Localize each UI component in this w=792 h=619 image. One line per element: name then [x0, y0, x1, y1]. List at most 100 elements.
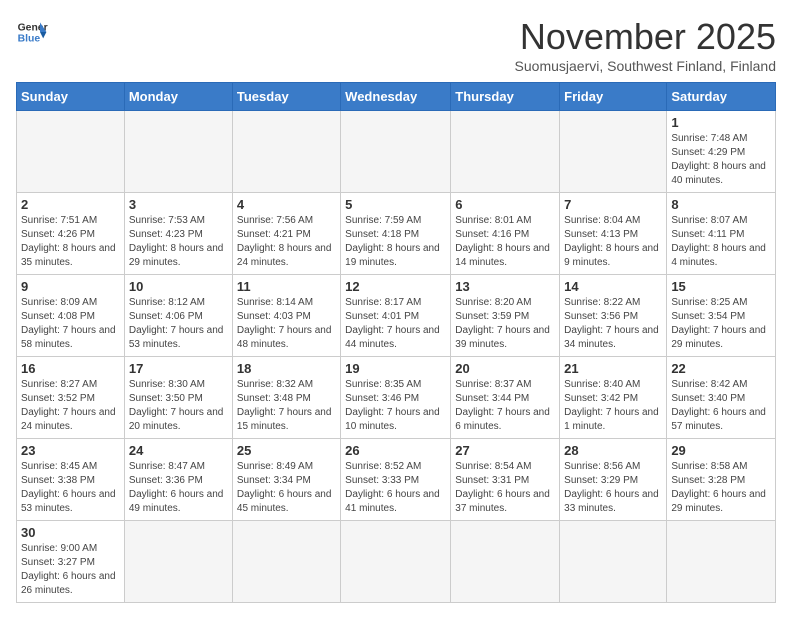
day-info: Sunrise: 8:30 AM Sunset: 3:50 PM Dayligh…	[129, 378, 228, 434]
day-number: 30	[21, 525, 120, 540]
calendar-cell: 1Sunrise: 7:48 AM Sunset: 4:29 PM Daylig…	[667, 111, 776, 193]
calendar-cell: 29 Sunrise: 8:58 AM Sunset: 3:28 PM Dayli…	[667, 439, 776, 521]
day-info: Sunrise: 8:17 AM Sunset: 4:01 PM Dayligh…	[345, 296, 446, 352]
calendar-cell: 20Sunrise: 8:37 AM Sunset: 3:44 PM Dayli…	[451, 357, 560, 439]
calendar-cell: 10Sunrise: 8:12 AM Sunset: 4:06 PM Dayli…	[124, 275, 232, 357]
calendar-cell	[124, 111, 232, 193]
day-number: 25	[237, 443, 336, 458]
calendar-cell	[341, 111, 451, 193]
calendar-cell: 17 Sunrise: 8:30 AM Sunset: 3:50 PM Dayli…	[124, 357, 232, 439]
calendar-cell: 3Sunrise: 7:53 AM Sunset: 4:23 PM Daylig…	[124, 193, 232, 275]
logo: General Blue	[16, 16, 48, 48]
week-row-6: 30Sunrise: 9:00 AM Sunset: 3:27 PM Dayli…	[17, 521, 776, 603]
calendar-cell	[232, 111, 340, 193]
calendar-cell: 18 Sunrise: 8:32 AM Sunset: 3:48 PM Dayli…	[232, 357, 340, 439]
location-subtitle: Suomusjaervi, Southwest Finland, Finland	[515, 58, 776, 74]
calendar-cell: 11Sunrise: 8:14 AM Sunset: 4:03 PM Dayli…	[232, 275, 340, 357]
calendar-cell: 2 Sunrise: 7:51 AM Sunset: 4:26 PM Daylig…	[17, 193, 125, 275]
day-info: Sunrise: 8:42 AM Sunset: 3:40 PM Dayligh…	[671, 378, 771, 434]
calendar-cell: 28Sunrise: 8:56 AM Sunset: 3:29 PM Dayli…	[560, 439, 667, 521]
calendar-cell: 6 Sunrise: 8:01 AM Sunset: 4:16 PM Daylig…	[451, 193, 560, 275]
day-number: 4	[237, 197, 336, 212]
day-info: Sunrise: 8:09 AM Sunset: 4:08 PM Dayligh…	[21, 296, 120, 352]
day-number: 2	[21, 197, 120, 212]
day-number: 29	[671, 443, 771, 458]
day-info: Sunrise: 8:32 AM Sunset: 3:48 PM Dayligh…	[237, 378, 336, 434]
day-info: Sunrise: 8:52 AM Sunset: 3:33 PM Dayligh…	[345, 460, 446, 516]
calendar-cell: 8 Sunrise: 8:07 AM Sunset: 4:11 PM Daylig…	[667, 193, 776, 275]
calendar-cell: 4Sunrise: 7:56 AM Sunset: 4:21 PM Daylig…	[232, 193, 340, 275]
day-info: Sunrise: 8:58 AM Sunset: 3:28 PM Dayligh…	[671, 460, 771, 516]
day-number: 12	[345, 279, 446, 294]
calendar-cell: 19Sunrise: 8:35 AM Sunset: 3:46 PM Dayli…	[341, 357, 451, 439]
day-number: 11	[237, 279, 336, 294]
calendar-cell	[451, 521, 560, 603]
day-number: 5	[345, 197, 446, 212]
calendar-cell: 13 Sunrise: 8:20 AM Sunset: 3:59 PM Dayli…	[451, 275, 560, 357]
day-number: 16	[21, 361, 120, 376]
calendar-cell: 16 Sunrise: 8:27 AM Sunset: 3:52 PM Dayli…	[17, 357, 125, 439]
week-row-5: 23Sunrise: 8:45 AM Sunset: 3:38 PM Dayli…	[17, 439, 776, 521]
day-info: Sunrise: 8:54 AM Sunset: 3:31 PM Dayligh…	[455, 460, 555, 516]
calendar-cell: 9Sunrise: 8:09 AM Sunset: 4:08 PM Daylig…	[17, 275, 125, 357]
day-info: Sunrise: 8:20 AM Sunset: 3:59 PM Dayligh…	[455, 296, 555, 352]
title-area: November 2025 Suomusjaervi, Southwest Fi…	[515, 16, 776, 74]
weekday-header-tuesday: Tuesday	[232, 83, 340, 111]
day-number: 7	[564, 197, 662, 212]
day-number: 26	[345, 443, 446, 458]
day-number: 21	[564, 361, 662, 376]
day-info: Sunrise: 8:37 AM Sunset: 3:44 PM Dayligh…	[455, 378, 555, 434]
calendar-cell: 27Sunrise: 8:54 AM Sunset: 3:31 PM Dayli…	[451, 439, 560, 521]
calendar-cell: 30Sunrise: 9:00 AM Sunset: 3:27 PM Dayli…	[17, 521, 125, 603]
calendar-cell: 7 Sunrise: 8:04 AM Sunset: 4:13 PM Daylig…	[560, 193, 667, 275]
day-info: Sunrise: 8:40 AM Sunset: 3:42 PM Dayligh…	[564, 378, 662, 434]
calendar-cell	[667, 521, 776, 603]
month-title: November 2025	[515, 16, 776, 58]
day-info: Sunrise: 8:01 AM Sunset: 4:16 PM Dayligh…	[455, 214, 555, 270]
week-row-4: 16 Sunrise: 8:27 AM Sunset: 3:52 PM Dayli…	[17, 357, 776, 439]
weekday-header-row: SundayMondayTuesdayWednesdayThursdayFrid…	[17, 83, 776, 111]
day-number: 14	[564, 279, 662, 294]
calendar-cell: 22 Sunrise: 8:42 AM Sunset: 3:40 PM Dayli…	[667, 357, 776, 439]
day-info: Sunrise: 7:53 AM Sunset: 4:23 PM Dayligh…	[129, 214, 228, 270]
weekday-header-thursday: Thursday	[451, 83, 560, 111]
weekday-header-wednesday: Wednesday	[341, 83, 451, 111]
day-number: 1	[671, 115, 771, 130]
day-info: Sunrise: 8:45 AM Sunset: 3:38 PM Dayligh…	[21, 460, 120, 516]
day-number: 24	[129, 443, 228, 458]
day-info: Sunrise: 8:47 AM Sunset: 3:36 PM Dayligh…	[129, 460, 228, 516]
calendar-cell: 23Sunrise: 8:45 AM Sunset: 3:38 PM Dayli…	[17, 439, 125, 521]
day-number: 13	[455, 279, 555, 294]
day-number: 6	[455, 197, 555, 212]
day-info: Sunrise: 7:51 AM Sunset: 4:26 PM Dayligh…	[21, 214, 120, 270]
calendar-cell: 24 Sunrise: 8:47 AM Sunset: 3:36 PM Dayli…	[124, 439, 232, 521]
day-info: Sunrise: 8:07 AM Sunset: 4:11 PM Dayligh…	[671, 214, 771, 270]
day-number: 22	[671, 361, 771, 376]
calendar-cell: 26 Sunrise: 8:52 AM Sunset: 3:33 PM Dayli…	[341, 439, 451, 521]
weekday-header-monday: Monday	[124, 83, 232, 111]
day-number: 18	[237, 361, 336, 376]
weekday-header-saturday: Saturday	[667, 83, 776, 111]
day-number: 28	[564, 443, 662, 458]
weekday-header-friday: Friday	[560, 83, 667, 111]
calendar-cell	[232, 521, 340, 603]
calendar-cell: 14Sunrise: 8:22 AM Sunset: 3:56 PM Dayli…	[560, 275, 667, 357]
day-number: 8	[671, 197, 771, 212]
calendar: SundayMondayTuesdayWednesdayThursdayFrid…	[16, 82, 776, 603]
calendar-cell: 15Sunrise: 8:25 AM Sunset: 3:54 PM Dayli…	[667, 275, 776, 357]
day-number: 15	[671, 279, 771, 294]
day-number: 17	[129, 361, 228, 376]
calendar-cell: 5 Sunrise: 7:59 AM Sunset: 4:18 PM Daylig…	[341, 193, 451, 275]
day-info: Sunrise: 7:59 AM Sunset: 4:18 PM Dayligh…	[345, 214, 446, 270]
calendar-cell	[451, 111, 560, 193]
day-info: Sunrise: 8:27 AM Sunset: 3:52 PM Dayligh…	[21, 378, 120, 434]
logo-icon: General Blue	[16, 16, 48, 48]
day-info: Sunrise: 8:04 AM Sunset: 4:13 PM Dayligh…	[564, 214, 662, 270]
weekday-header-sunday: Sunday	[17, 83, 125, 111]
calendar-cell: 21 Sunrise: 8:40 AM Sunset: 3:42 PM Dayli…	[560, 357, 667, 439]
calendar-cell: 12 Sunrise: 8:17 AM Sunset: 4:01 PM Dayli…	[341, 275, 451, 357]
calendar-cell: 25Sunrise: 8:49 AM Sunset: 3:34 PM Dayli…	[232, 439, 340, 521]
calendar-cell	[341, 521, 451, 603]
calendar-cell	[124, 521, 232, 603]
day-info: Sunrise: 8:35 AM Sunset: 3:46 PM Dayligh…	[345, 378, 446, 434]
